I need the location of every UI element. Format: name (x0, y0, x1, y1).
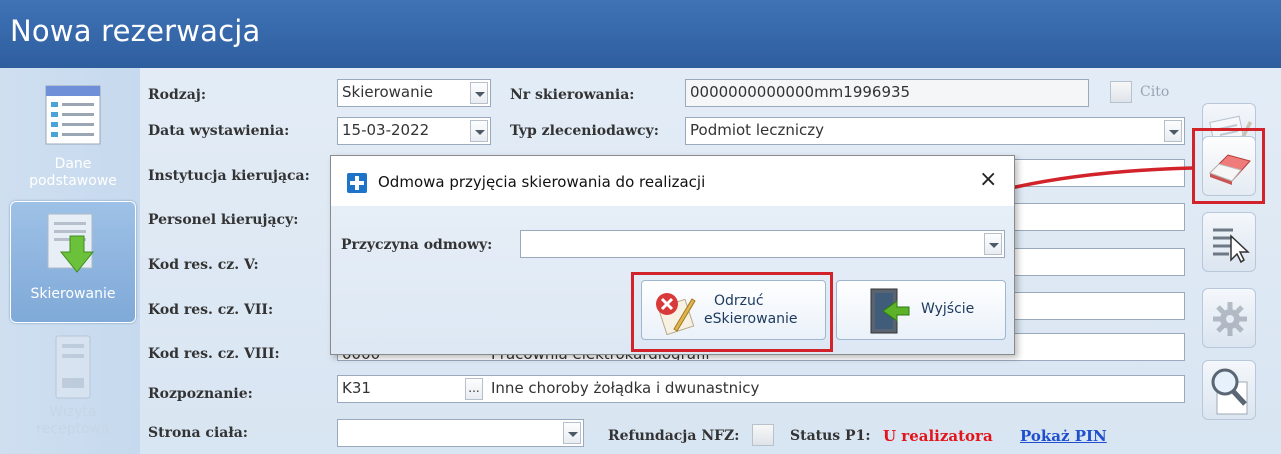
label-refundacja-nfz: Refundacja NFZ: (608, 428, 740, 444)
cito-label: Cito (1140, 84, 1170, 100)
exit-button-label: Wyjście (921, 301, 975, 317)
kod-vii-field[interactable] (1010, 292, 1185, 320)
form-document-icon (45, 85, 101, 145)
left-navigation: Dane podstawowe Skierowanie Wizyta recep… (0, 68, 140, 454)
dialog-titlebar: Odmowa przyjęcia skierowania do realizac… (331, 156, 1014, 206)
typ-zleceniodawcy-value: Podmiot leczniczy (690, 121, 825, 139)
label-instytucja-kierujaca: Instytucja kierująca: (148, 168, 310, 184)
highlight-reject-button (631, 272, 833, 352)
cursor-list-icon (1213, 228, 1250, 264)
label-typ-zleceniodawcy: Typ zleceniodawcy: (510, 123, 659, 139)
strona-ciala-select[interactable] (337, 419, 584, 447)
refusal-dialog: Odmowa przyjęcia skierowania do realizac… (330, 155, 1015, 355)
dialog-title: Odmowa przyjęcia skierowania do realizac… (378, 173, 706, 191)
show-pin-link[interactable]: Pokaż PIN (1020, 427, 1107, 445)
referral-arrow-icon (47, 213, 95, 273)
kod-v-field[interactable] (1010, 248, 1185, 276)
nav-item-wizyta-receptowa[interactable]: Wizyta receptowa (10, 326, 136, 454)
rozpoznanie-browse-button[interactable]: ... (465, 378, 483, 400)
label-kod-viii: Kod res. cz. VIII: (148, 346, 280, 362)
refundacja-nfz-checkbox[interactable] (752, 424, 774, 446)
data-wystawienia-value: 15-03-2022 (342, 121, 430, 139)
nr-skierowania-value: 0000000000000mm1996935 (690, 83, 911, 101)
app-plus-icon (347, 173, 367, 193)
label-przyczyna-odmowy: Przyczyna odmowy: (341, 237, 493, 253)
prescription-visit-icon (55, 335, 91, 399)
rodzaj-value: Skierowanie (342, 83, 433, 101)
nav-label-line2: podstawowe (29, 173, 117, 189)
nav-label-line1: Dane (54, 156, 92, 172)
status-p1-value: U realizatora (883, 427, 993, 445)
calendar-dropdown-icon[interactable] (470, 120, 488, 142)
magnifier-icon (1211, 368, 1248, 415)
nav-label-line1: Wizyta (49, 404, 97, 420)
nav-label-line2: receptowa (36, 421, 110, 437)
nav-item-skierowanie[interactable]: Skierowanie (10, 201, 136, 323)
cito-checkbox[interactable] (1110, 81, 1132, 103)
dialog-body: Przyczyna odmowy: Odrzuć eSkierowanie Wy… (331, 206, 1014, 354)
typ-zleceniodawcy-select[interactable]: Podmiot leczniczy (685, 117, 1185, 145)
label-kod-v: Kod res. cz. V: (148, 257, 259, 273)
przyczyna-odmowy-select[interactable] (520, 230, 1005, 258)
rozpoznanie-field[interactable]: K31 ... Inne choroby żołądka i dwunastni… (337, 375, 1185, 403)
app-window: Nowa rezerwacja Dane podstawowe Skierowa… (0, 0, 1281, 454)
label-personel-kierujacy: Personel kierujący: (148, 212, 299, 228)
close-icon[interactable]: × (979, 169, 997, 191)
label-kod-vii: Kod res. cz. VII: (148, 302, 274, 318)
chevron-down-icon[interactable] (1164, 120, 1182, 142)
window-titlebar: Nowa rezerwacja (0, 0, 1281, 68)
exit-door-icon (870, 288, 910, 334)
gear-icon (1213, 302, 1247, 336)
label-strona-ciala: Strona ciała: (148, 425, 248, 441)
label-rodzaj: Rodzaj: (148, 87, 207, 103)
rodzaj-select[interactable]: Skierowanie (337, 79, 491, 107)
label-rozpoznanie: Rozpoznanie: (148, 386, 253, 402)
chevron-down-icon[interactable] (984, 233, 1002, 255)
chevron-down-icon[interactable] (470, 82, 488, 104)
select-list-button[interactable] (1202, 212, 1256, 272)
window-title: Nowa rezerwacja (10, 14, 261, 48)
chevron-down-icon[interactable] (563, 422, 581, 444)
label-nr-skierowania: Nr skierowania: (510, 87, 635, 103)
exit-button[interactable]: Wyjście (836, 280, 1006, 340)
nav-label-line1: Skierowanie (30, 286, 116, 302)
nav-item-dane-podstawowe[interactable]: Dane podstawowe (10, 78, 136, 200)
settings-button[interactable] (1202, 288, 1256, 348)
nr-skierowania-field[interactable]: 0000000000000mm1996935 (685, 79, 1089, 107)
search-button[interactable] (1202, 360, 1256, 420)
label-status-p1: Status P1: (790, 428, 871, 444)
rozpoznanie-code: K31 (342, 379, 371, 397)
data-wystawienia-field[interactable]: 15-03-2022 (337, 117, 491, 145)
rozpoznanie-value: Inne choroby żołądka i dwunastnicy (491, 379, 760, 397)
label-data-wystawienia: Data wystawienia: (148, 123, 290, 139)
